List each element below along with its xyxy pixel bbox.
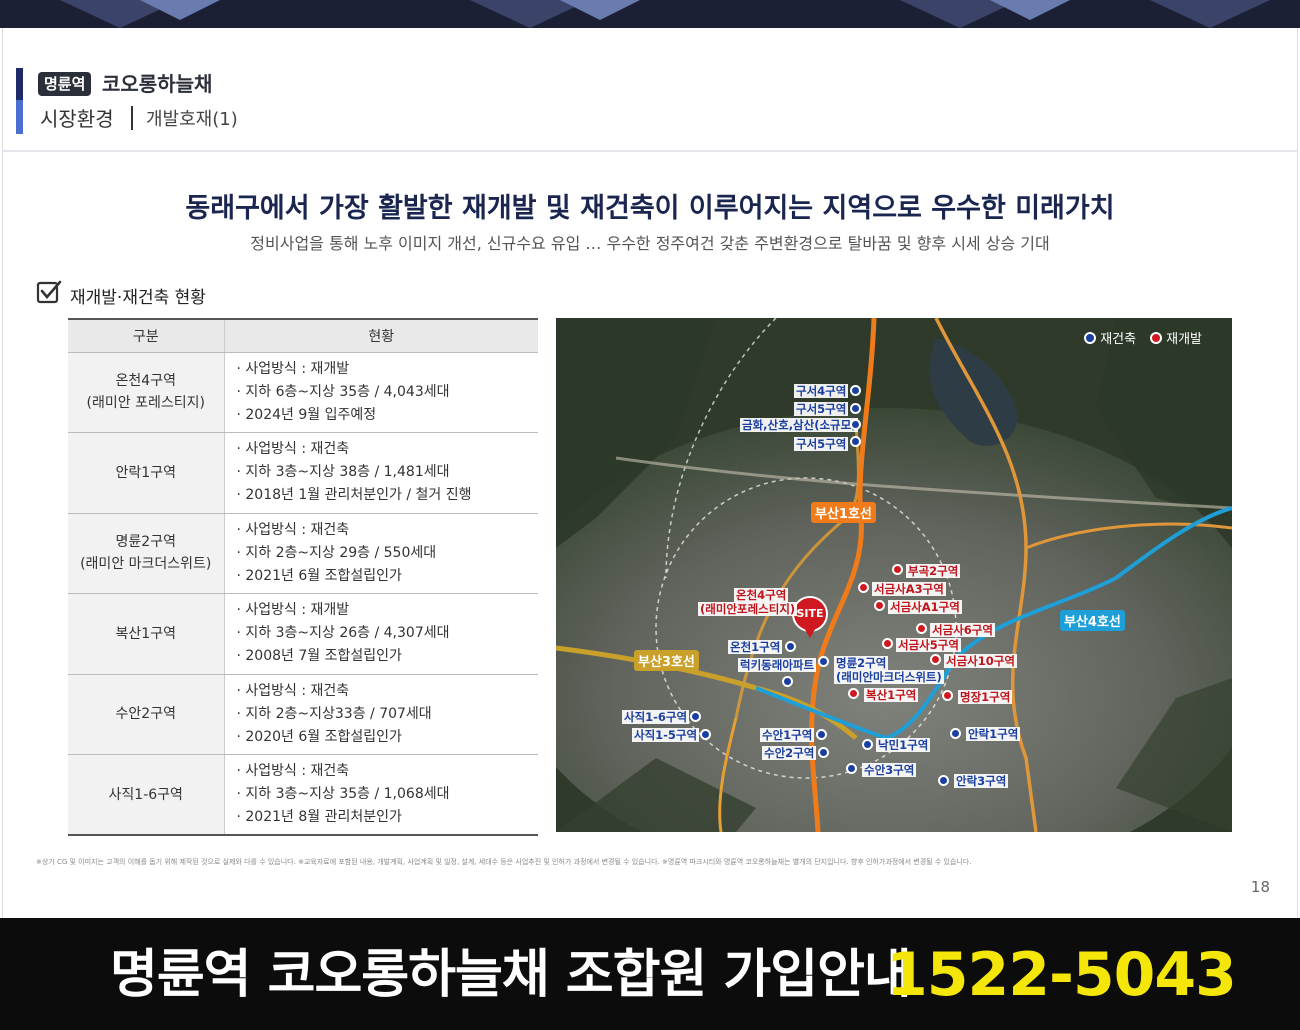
rebuild-marker xyxy=(818,656,829,667)
map-label: 구서5구역 xyxy=(794,437,849,451)
legend-rebuild-label: 재건축 xyxy=(1100,332,1137,347)
table-row: 수안2구역 · 사업방식 : 재건축 · 지하 2층~지상33층 / 707세대 ·… xyxy=(68,674,538,755)
table-header-status: 현황 xyxy=(224,318,538,353)
zone-detail-cell: · 사업방식 : 재건축 · 지하 3층~지상 38층 / 1,481세대 · 20… xyxy=(224,432,538,514)
map-label: 부곡2구역 xyxy=(906,564,961,578)
map-label: 금화,산호,삼산(소규모) xyxy=(740,418,859,432)
zone-detail-cell: · 사업방식 : 재건축 · 지하 2층~지상 29층 / 550세대 · 2021… xyxy=(224,513,538,594)
line4-label: 부산4호선 xyxy=(1060,610,1125,631)
map-label: 안락1구역 xyxy=(966,727,1021,741)
map-label: 구서4구역 xyxy=(794,384,849,398)
rebuild-marker xyxy=(850,385,861,396)
rebuild-marker xyxy=(850,403,861,414)
page-number: 18 xyxy=(1250,878,1270,896)
table-row: 온천4구역 (래미안 포레스티지) · 사업방식 : 재개발 · 지하 6층~지상 … xyxy=(68,352,538,433)
map-label: (래미안포레스티지) xyxy=(698,602,798,616)
map-label: 서금사A1구역 xyxy=(888,600,962,614)
subsection-name: 개발호재(1) xyxy=(146,109,238,130)
rebuild-marker xyxy=(785,641,796,652)
rebuild-marker xyxy=(816,729,827,740)
rebuild-marker xyxy=(700,729,711,740)
rebuild-marker xyxy=(938,775,949,786)
map-label: 온천4구역 xyxy=(734,588,789,602)
zone-name-cell: 안락1구역 xyxy=(68,432,225,514)
section-name: 시장환경 xyxy=(40,107,114,131)
table-row: 명륜2구역 (래미안 마크더스위트) · 사업방식 : 재건축 · 지하 2층~지상… xyxy=(68,513,538,594)
rebuild-legend-icon xyxy=(1084,331,1097,344)
redevelop-marker xyxy=(916,623,927,634)
redevelop-legend-icon xyxy=(1150,331,1163,344)
map-label: (래미안마크더스위트) xyxy=(834,670,944,684)
section-divider xyxy=(131,106,133,130)
section-title: 재개발·재건축 현황 xyxy=(70,288,206,308)
zone-name-cell: 온천4구역 (래미안 포레스티지) xyxy=(68,352,225,433)
redevelop-marker xyxy=(892,564,903,575)
station-badge: 명륜역 xyxy=(38,72,92,96)
zone-name-cell: 사직1-6구역 xyxy=(68,754,225,836)
header-rule xyxy=(2,150,1298,152)
redevelop-marker xyxy=(882,638,893,649)
disclaimer-text: ※상기 CG 및 이미지는 고객의 이해를 돕기 위해 제작된 것으로 실제와 … xyxy=(36,858,972,866)
zone-name-cell: 명륜2구역 (래미안 마크더스위트) xyxy=(68,513,225,594)
redevelop-marker xyxy=(848,688,859,699)
map-label: 수안2구역 xyxy=(762,746,817,760)
map-label: 사직1-6구역 xyxy=(622,710,690,724)
table-row: 복산1구역 · 사업방식 : 재개발 · 지하 3층~지상 26층 / 4,307… xyxy=(68,593,538,675)
zone-detail-cell: · 사업방식 : 재개발 · 지하 3층~지상 26층 / 4,307세대 · 20… xyxy=(224,593,538,675)
checkbox-icon xyxy=(36,280,62,304)
redevelop-marker xyxy=(858,582,869,593)
redevelop-marker xyxy=(930,654,941,665)
rebuild-marker xyxy=(850,419,861,430)
brand-title: 코오롱하늘채 xyxy=(102,72,213,96)
map-label: 복산1구역 xyxy=(864,688,919,702)
table-row: 안락1구역 · 사업방식 : 재건축 · 지하 3층~지상 38층 / 1,481… xyxy=(68,432,538,514)
rebuild-marker xyxy=(846,763,857,774)
zone-detail-cell: · 사업방식 : 재건축 · 지하 3층~지상 35층 / 1,068세대 · 20… xyxy=(224,754,538,836)
redevelop-marker xyxy=(942,690,953,701)
map-label: 서금사6구역 xyxy=(930,623,995,637)
zone-detail-cell: · 사업방식 : 재개발 · 지하 6층~지상 35층 / 4,043세대 · 20… xyxy=(224,352,538,433)
banner-text: 명륜역 코오롱하늘채 조합원 가입안내 xyxy=(110,945,912,1005)
header-accent-bar-lower xyxy=(16,100,23,134)
banner-phone[interactable]: 1522-5043 xyxy=(886,940,1237,1010)
rebuild-marker xyxy=(690,711,701,722)
page-subheadline: 정비사업을 통해 노후 이미지 개선, 신규수요 유입 … 우수한 정주여건 갖… xyxy=(250,234,1050,253)
top-decoration-band xyxy=(0,0,1300,28)
satellite-map: 재건축 재개발 부산1호선 부산3호선 부산4호선 SITE 구서4구역 구서5… xyxy=(556,318,1232,832)
map-label: 낙민1구역 xyxy=(876,738,931,752)
slide-page: 명륜역 코오롱하늘채 시장환경 개발호재(1) 동래구에서 가장 활발한 재개발… xyxy=(0,0,1300,1030)
zone-detail-cell: · 사업방식 : 재건축 · 지하 2층~지상33층 / 707세대 · 2020년… xyxy=(224,674,538,755)
line3-label: 부산3호선 xyxy=(634,650,699,671)
map-label: 안락3구역 xyxy=(954,774,1009,788)
redevelop-marker xyxy=(874,600,885,611)
zone-name-cell: 복산1구역 xyxy=(68,593,225,675)
line1-label: 부산1호선 xyxy=(811,502,876,523)
map-label: 명장1구역 xyxy=(958,690,1013,704)
page-headline: 동래구에서 가장 활발한 재개발 및 재건축이 이루어지는 지역으로 우수한 미… xyxy=(185,193,1115,224)
table-row: 사직1-6구역 · 사업방식 : 재건축 · 지하 3층~지상 35층 / 1,0… xyxy=(68,754,538,836)
map-background xyxy=(556,318,1232,832)
map-legend: 재건축 재개발 xyxy=(1084,328,1202,347)
legend-redevelop-label: 재개발 xyxy=(1166,332,1202,347)
map-label: 사직1-5구역 xyxy=(632,728,700,742)
redevelopment-table: 구분 현황 온천4구역 (래미안 포레스티지) · 사업방식 : 재개발 · 지하 … xyxy=(68,318,538,836)
map-label: 수안3구역 xyxy=(862,763,917,777)
table-header-category: 구분 xyxy=(68,318,225,353)
map-label: 온천1구역 xyxy=(728,640,783,654)
rebuild-marker xyxy=(818,747,829,758)
rebuild-marker xyxy=(782,676,793,687)
map-label: 구서5구역 xyxy=(794,402,849,416)
rebuild-marker xyxy=(950,728,961,739)
map-label: 서금사10구역 xyxy=(944,654,1017,668)
map-label: 수안1구역 xyxy=(760,728,815,742)
site-marker-tail xyxy=(803,626,817,638)
map-label: 명륜2구역 xyxy=(834,656,889,670)
zone-name-cell: 수안2구역 xyxy=(68,674,225,755)
rebuild-marker xyxy=(862,739,873,750)
map-label: 서금사5구역 xyxy=(896,638,961,652)
map-label: 서금사A3구역 xyxy=(872,582,946,596)
map-label: 럭키동래아파트 xyxy=(738,658,817,672)
rebuild-marker xyxy=(850,436,861,447)
